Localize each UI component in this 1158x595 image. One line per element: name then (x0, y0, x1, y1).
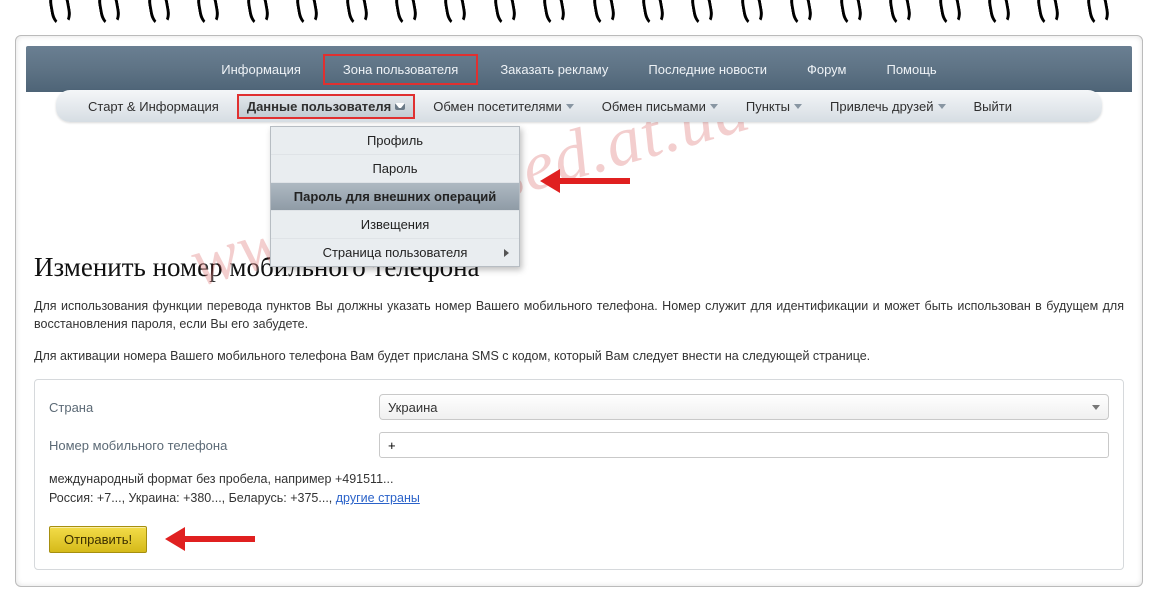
topnav-order-ad[interactable]: Заказать рекламу (482, 54, 626, 85)
top-nav: Информация Зона пользователя Заказать ре… (26, 46, 1132, 92)
topnav-help[interactable]: Помощь (868, 54, 954, 85)
arrow-annotation-icon (165, 530, 255, 548)
topnav-news[interactable]: Последние новости (630, 54, 785, 85)
subnav-label: Данные пользователя (247, 99, 391, 114)
subnav-invite-friends[interactable]: Привлечь друзей (820, 94, 955, 119)
intro-text-2: Для активации номера Вашего мобильного т… (34, 347, 1124, 365)
subnav-visitor-exchange[interactable]: Обмен посетителями (423, 94, 583, 119)
country-label: Страна (49, 400, 379, 415)
country-value: Украина (388, 400, 438, 415)
topnav-user-zone[interactable]: Зона пользователя (323, 54, 478, 85)
dropdown-label: Страница пользователя (323, 245, 468, 260)
form-box: Страна Украина Номер мобильного телефона… (34, 379, 1124, 570)
caret-down-icon (710, 104, 718, 109)
caret-down-icon (566, 104, 574, 109)
subnav-label: Обмен письмами (602, 99, 706, 114)
caret-down-icon (938, 104, 946, 109)
subnav-logout[interactable]: Выйти (964, 94, 1023, 119)
intro-text-1: Для использования функции перевода пункт… (34, 297, 1124, 333)
phone-label: Номер мобильного телефона (49, 438, 379, 453)
user-data-dropdown: Профиль Пароль Пароль для внешних операц… (270, 126, 520, 267)
chevron-right-icon (504, 249, 509, 257)
topnav-forum[interactable]: Форум (789, 54, 865, 85)
topnav-info[interactable]: Информация (203, 54, 319, 85)
caret-down-icon (794, 104, 802, 109)
subnav-label: Привлечь друзей (830, 99, 933, 114)
country-select[interactable]: Украина (379, 394, 1109, 420)
subnav-label: Обмен посетителями (433, 99, 561, 114)
dropdown-notifications[interactable]: Извещения (271, 210, 519, 238)
phone-input[interactable] (379, 432, 1109, 458)
hint-line2: Россия: +7..., Украина: +380..., Беларус… (49, 491, 336, 505)
page-title: Изменить номер мобильного телефона (34, 252, 1124, 283)
format-hint: международный формат без пробела, наприм… (49, 470, 1109, 508)
subnav-points[interactable]: Пункты (736, 94, 812, 119)
dropdown-user-page[interactable]: Страница пользователя (271, 238, 519, 266)
dropdown-password[interactable]: Пароль (271, 154, 519, 182)
subnav-user-data[interactable]: Данные пользователя (237, 94, 415, 119)
other-countries-link[interactable]: другие страны (336, 491, 420, 505)
hint-line1: международный формат без пробела, наприм… (49, 472, 393, 486)
sub-nav: Старт & Информация Данные пользователя О… (56, 90, 1102, 122)
page-frame: Информация Зона пользователя Заказать ре… (15, 35, 1143, 587)
submit-button[interactable]: Отправить! (49, 526, 147, 553)
dropdown-external-password[interactable]: Пароль для внешних операций (271, 182, 519, 210)
subnav-mail-exchange[interactable]: Обмен письмами (592, 94, 728, 119)
dropdown-profile[interactable]: Профиль (271, 127, 519, 154)
spiral-binding (0, 0, 1158, 25)
chevron-down-icon (1092, 405, 1100, 410)
subnav-label: Пункты (746, 99, 790, 114)
subnav-start-info[interactable]: Старт & Информация (78, 94, 229, 119)
subnav-label: Выйти (974, 99, 1013, 114)
subnav-label: Старт & Информация (88, 99, 219, 114)
caret-down-icon (395, 103, 405, 110)
arrow-annotation-icon (540, 172, 630, 190)
